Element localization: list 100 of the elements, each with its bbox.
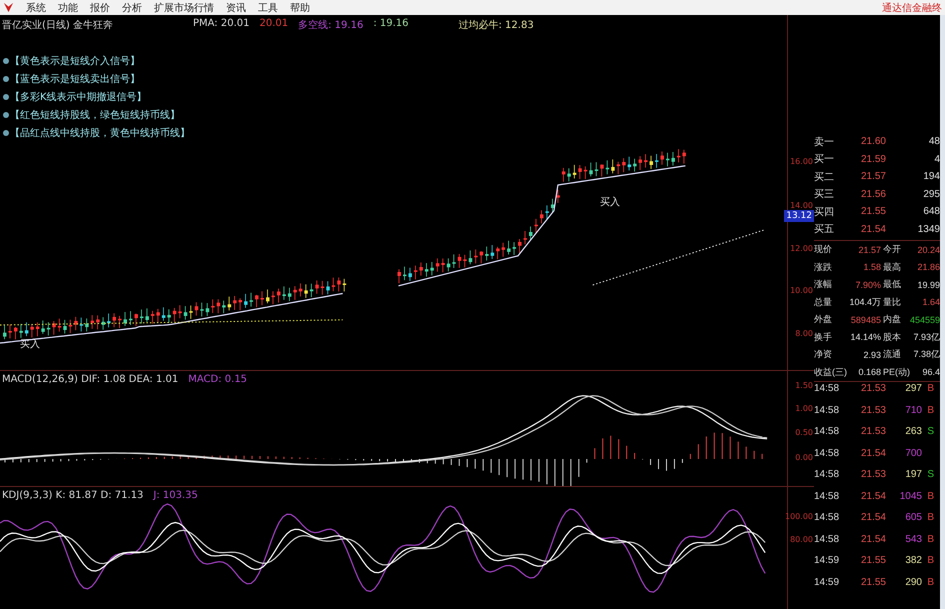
order-price: 21.60	[860, 136, 886, 148]
candlestick	[134, 313, 138, 327]
candlestick	[118, 316, 122, 328]
chart-annotation: 买入	[20, 338, 40, 351]
stat-label: 内盘	[882, 313, 902, 326]
stat-value: 7.38亿	[912, 348, 940, 362]
stat-value: 21.86	[916, 262, 940, 272]
candlestick	[584, 166, 588, 180]
candlestick	[172, 308, 176, 322]
candlestick	[474, 249, 478, 264]
candlestick	[414, 265, 418, 280]
app-logo-icon	[3, 2, 14, 13]
candlestick	[276, 288, 280, 303]
candlestick	[189, 305, 193, 320]
candlestick	[567, 168, 571, 182]
candlestick	[244, 294, 248, 308]
stat-label: 换手	[814, 330, 833, 344]
indicator-reading: : 19.16	[373, 18, 408, 31]
candlestick	[446, 258, 450, 272]
menu-item[interactable]: 扩展市场行情	[154, 0, 214, 14]
menu-item[interactable]: 系统	[26, 0, 46, 14]
candlestick	[102, 316, 106, 330]
candlestick	[288, 287, 292, 302]
candlestick	[271, 290, 275, 305]
candlestick	[124, 312, 128, 326]
trade-price: 21.53	[860, 404, 886, 416]
legend-text: 【蓝色表示是短线卖出信号】	[10, 72, 140, 86]
axis-label: 16.00	[790, 157, 813, 166]
candlestick	[211, 298, 215, 314]
stat-value: 96.4	[921, 367, 940, 378]
candlestick	[507, 240, 511, 255]
trade-price: 21.54	[860, 512, 886, 524]
stat-value: 589485	[850, 314, 881, 325]
indicator-reading: 晋亿实业(日线) 金牛狂奔	[2, 18, 113, 32]
menu-item[interactable]: 资讯	[226, 0, 246, 14]
candlestick	[468, 250, 472, 265]
stat-value: 7.93亿	[912, 330, 940, 344]
menu-item[interactable]: 报价	[90, 0, 110, 14]
candlestick	[622, 158, 626, 173]
stat-value: 104.4万	[849, 296, 881, 309]
axis-label: 8.00	[795, 329, 813, 338]
candlestick	[41, 320, 45, 334]
stat-label: 量比	[883, 296, 902, 309]
candlestick	[545, 204, 549, 220]
menu-item[interactable]: 工具	[258, 0, 278, 14]
candlestick	[24, 322, 28, 336]
candlestick	[74, 316, 78, 331]
candlestick	[90, 314, 94, 330]
candlestick	[430, 262, 434, 276]
menu-item[interactable]: 功能	[58, 0, 78, 14]
candlestick	[644, 154, 648, 168]
candlestick	[337, 277, 341, 292]
legend-dot-icon	[3, 112, 9, 118]
candlestick	[30, 324, 34, 338]
legend-dot-icon	[3, 58, 9, 64]
order-level-label: 卖一	[814, 136, 835, 149]
price-marker: 13.12	[784, 210, 814, 222]
stat-label: PE(动)	[883, 366, 910, 379]
candlestick	[628, 156, 632, 171]
axis-label: 1.50	[795, 381, 813, 390]
candlestick	[156, 308, 160, 324]
candlestick	[150, 310, 154, 324]
candlestick	[594, 162, 598, 177]
order-level-label: 买四	[814, 206, 835, 219]
candlestick	[452, 254, 456, 268]
candlestick	[14, 326, 18, 340]
stat-value: 1.58	[862, 262, 881, 272]
candlestick	[162, 306, 166, 322]
brand-title: 通达信金融终	[882, 2, 943, 14]
candlestick	[650, 155, 654, 170]
stat-value: 0.168	[857, 367, 881, 378]
candlestick	[178, 304, 182, 319]
candlestick	[63, 319, 67, 334]
stat-label: 涨幅	[814, 278, 833, 292]
candlestick	[441, 258, 445, 273]
candlestick	[238, 298, 242, 311]
candlestick	[36, 322, 40, 337]
stat-value: 21.57	[857, 244, 881, 255]
order-price: 21.55	[860, 206, 886, 218]
trade-price: 21.53	[860, 383, 886, 394]
candlestick	[260, 290, 264, 306]
indicator-reading: 过均必牛: 12.83	[458, 18, 534, 32]
candlestick	[266, 289, 270, 304]
menu-item[interactable]: 帮助	[290, 0, 310, 14]
trade-volume: 263	[904, 426, 922, 438]
candlestick	[80, 317, 84, 332]
candlestick	[490, 244, 494, 260]
candlestick	[250, 292, 254, 307]
candlestick	[611, 159, 615, 174]
order-price: 21.56	[860, 188, 886, 200]
candlestick	[534, 218, 538, 233]
menu-item[interactable]: 分析	[122, 0, 142, 14]
candlestick	[550, 198, 554, 213]
candlestick	[398, 268, 401, 284]
legend-dot-icon	[3, 130, 9, 136]
order-volume: 648	[922, 206, 940, 218]
candlestick	[194, 302, 198, 316]
legend-dot-icon	[3, 76, 9, 82]
candlestick	[140, 309, 144, 324]
trade-side: B	[926, 404, 934, 416]
